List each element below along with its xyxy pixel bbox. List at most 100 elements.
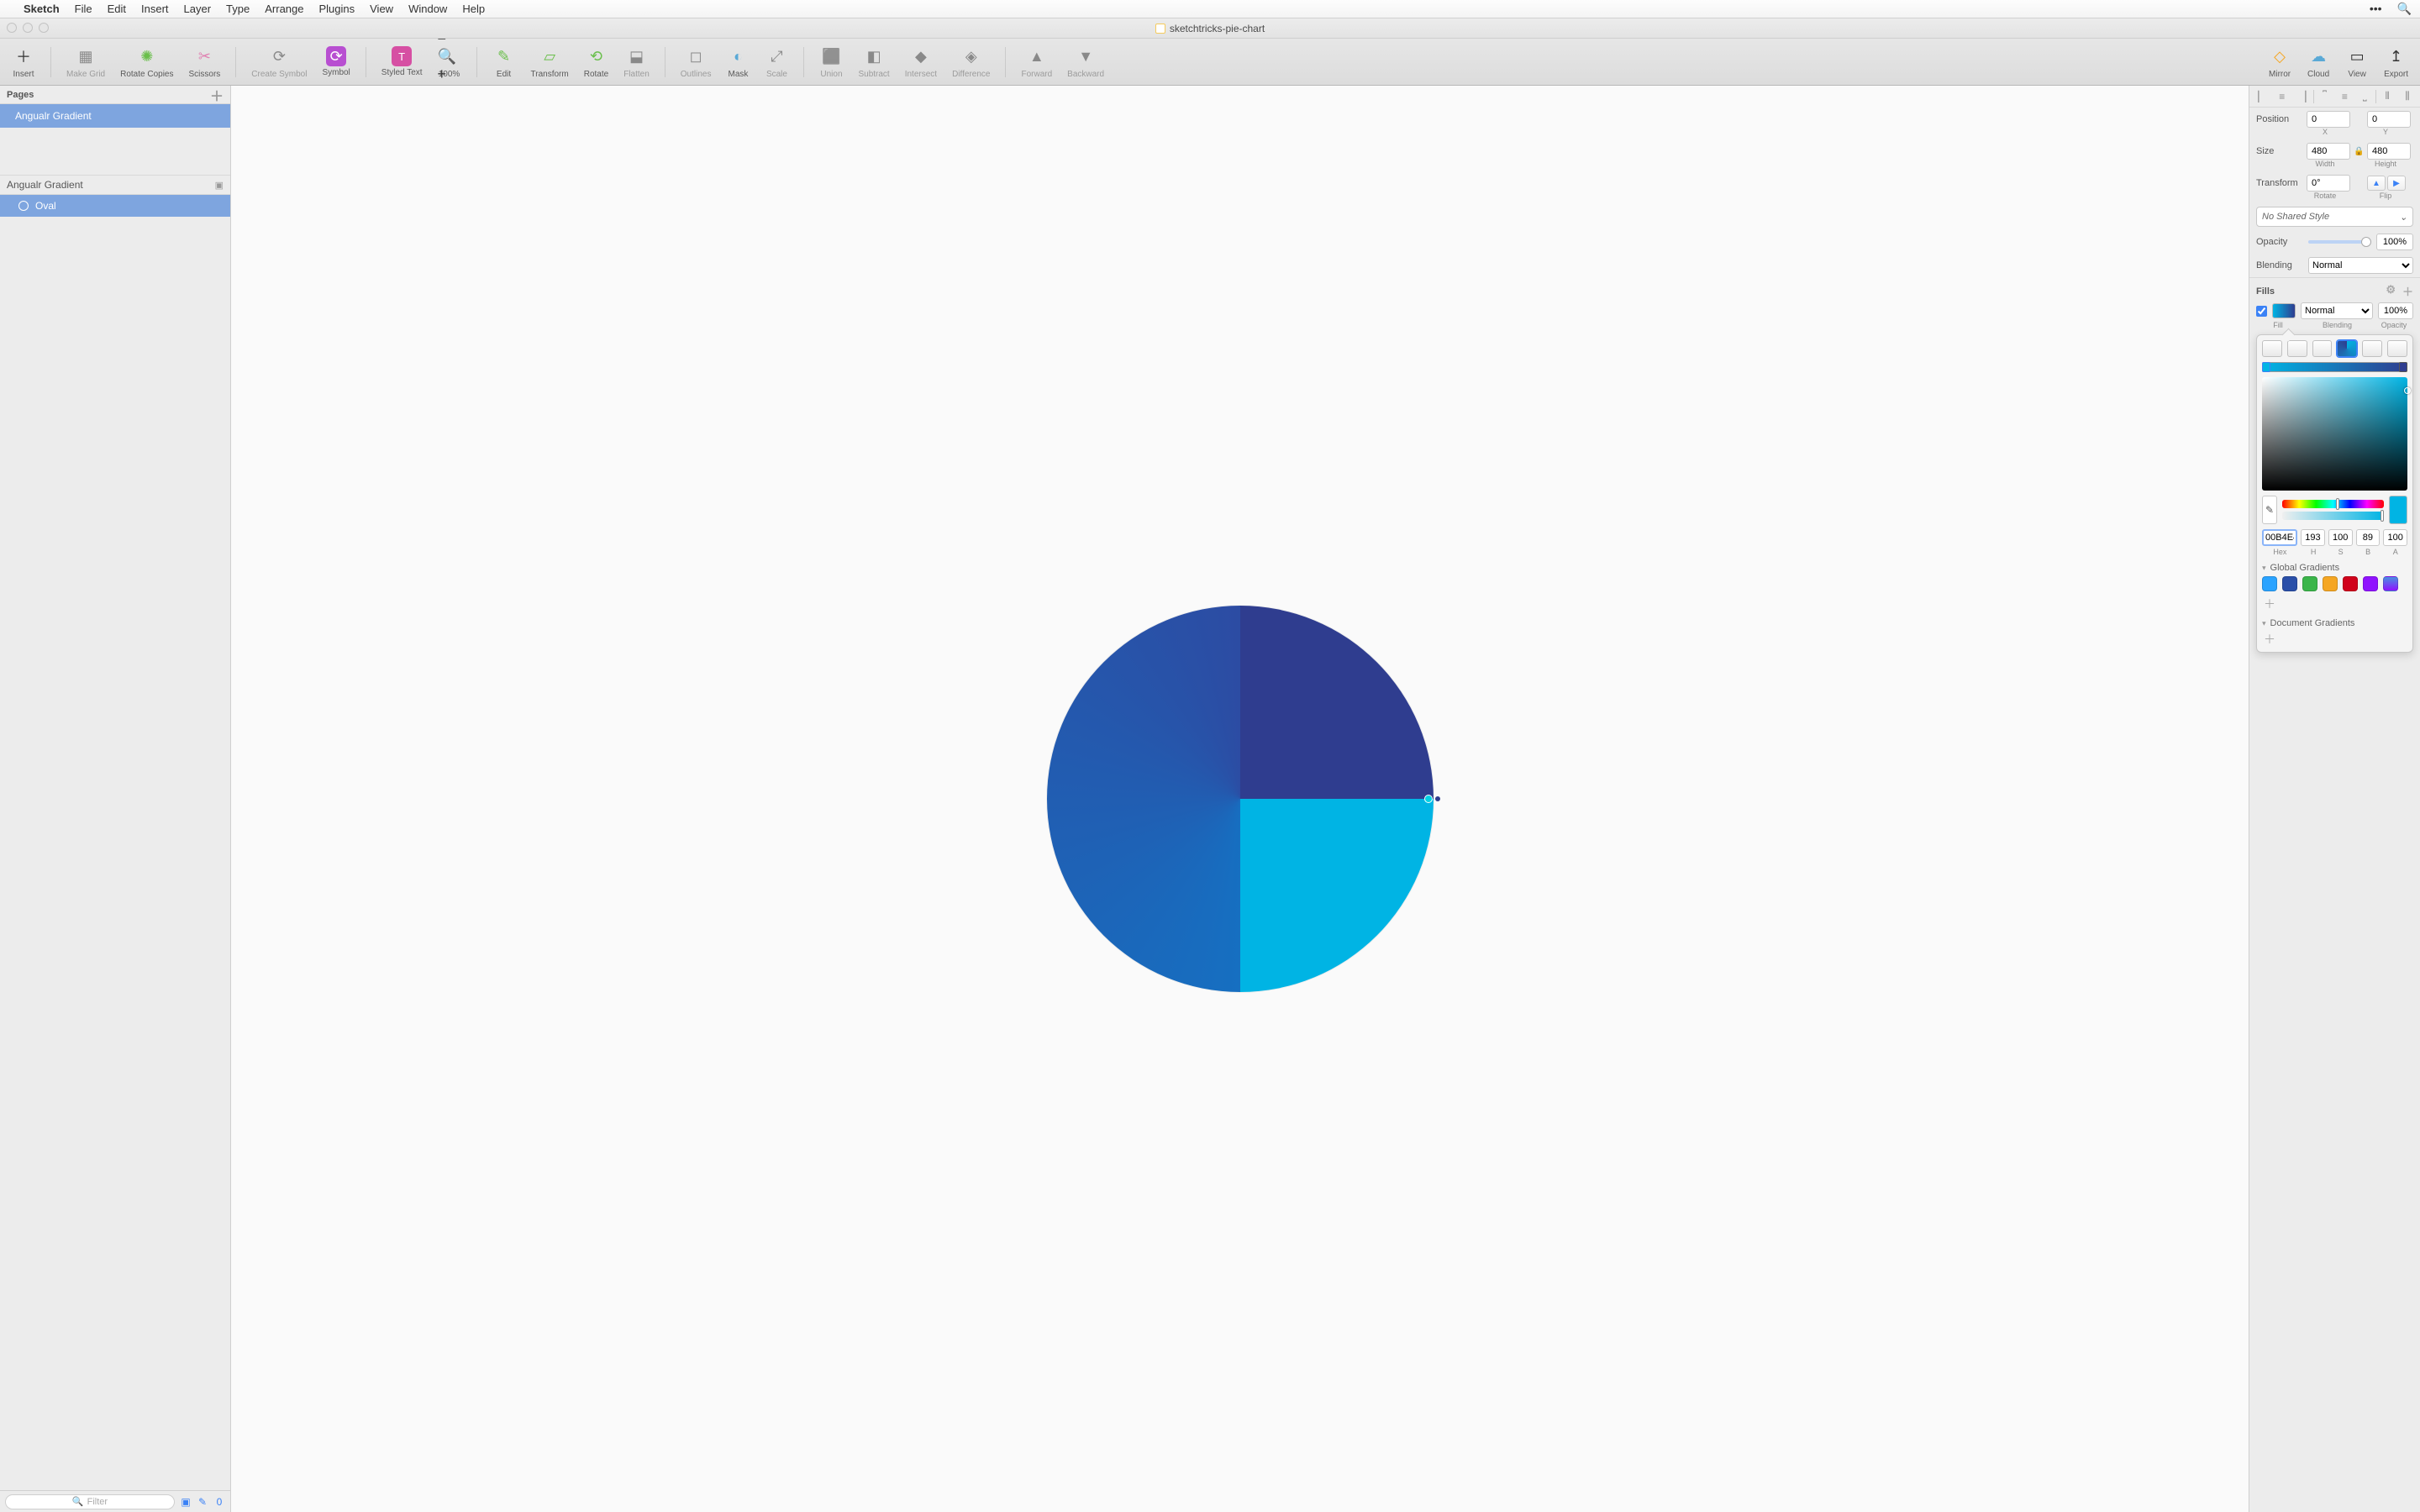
fill-settings-icon[interactable]: ⚙	[2386, 283, 2396, 299]
align-top-icon[interactable]: ⎴	[2316, 90, 2334, 102]
saturation-box[interactable]	[2262, 377, 2407, 491]
menu-type[interactable]: Type	[226, 3, 250, 15]
fill-type-pattern[interactable]	[2362, 340, 2382, 357]
close-window-button[interactable]	[7, 23, 17, 33]
insert-button[interactable]: ＋Insert	[7, 43, 40, 81]
outlines-button[interactable]: ◻Outlines	[676, 43, 717, 81]
gradient-swatch[interactable]	[2302, 576, 2317, 591]
menu-layer[interactable]: Layer	[184, 3, 212, 15]
union-button[interactable]: ⬛Union	[814, 43, 848, 81]
flatten-button[interactable]: ⬓Flatten	[618, 43, 655, 81]
gradient-stop-2[interactable]	[2399, 362, 2407, 372]
fill-type-radial[interactable]	[2312, 340, 2333, 357]
add-page-button[interactable]: ＋	[210, 85, 224, 105]
zoom-window-button[interactable]	[39, 23, 49, 33]
forward-button[interactable]: ▲Forward	[1016, 43, 1057, 81]
fill-type-linear[interactable]	[2287, 340, 2307, 357]
app-name[interactable]: Sketch	[24, 3, 60, 15]
artboard-collapse-icon[interactable]: ▣	[215, 180, 224, 191]
gradient-swatch[interactable]	[2262, 576, 2277, 591]
menu-file[interactable]: File	[75, 3, 92, 15]
view-button[interactable]: ▭View	[2340, 43, 2374, 81]
styled-text-button[interactable]: TStyled Text	[376, 45, 428, 79]
add-global-gradient-button[interactable]: ＋	[2262, 596, 2277, 612]
x-input[interactable]	[2307, 111, 2350, 128]
gradient-swatch[interactable]	[2282, 576, 2297, 591]
scissors-button[interactable]: ✂Scissors	[184, 43, 226, 81]
mask-button[interactable]: ◐Mask	[721, 43, 755, 81]
transform-button[interactable]: ▱Transform	[526, 43, 574, 81]
gradient-swatch[interactable]	[2343, 576, 2358, 591]
flip-v-button[interactable]: ▶	[2387, 176, 2406, 191]
gradient-handle[interactable]	[1424, 795, 1440, 803]
menu-help[interactable]: Help	[462, 3, 485, 15]
filter-input[interactable]: 🔍Filter	[5, 1494, 175, 1509]
filter-edit-icon[interactable]: ✎	[197, 1496, 208, 1508]
rotate-copies-button[interactable]: ✺Rotate Copies	[115, 43, 178, 81]
zoom-control[interactable]: − 🔍 +100%	[433, 43, 466, 81]
opacity-slider[interactable]	[2308, 240, 2371, 244]
b-input[interactable]	[2356, 529, 2381, 546]
distribute-v-icon[interactable]: ⫼	[2398, 90, 2417, 102]
overflow-icon[interactable]: •••	[2370, 2, 2382, 16]
rotate-input[interactable]	[2307, 175, 2350, 192]
cloud-button[interactable]: ☁Cloud	[2302, 43, 2335, 81]
page-item-selected[interactable]: Angualr Gradient	[0, 104, 230, 128]
fill-swatch[interactable]	[2272, 303, 2296, 318]
menu-plugins[interactable]: Plugins	[318, 3, 355, 15]
align-left-icon[interactable]: ▏	[2253, 91, 2271, 102]
fill-blend-select[interactable]: Normal	[2301, 302, 2373, 319]
add-document-gradient-button[interactable]: ＋	[2262, 632, 2277, 647]
make-grid-button[interactable]: ▦Make Grid	[61, 43, 110, 81]
shared-style-select[interactable]: No Shared Style⌄	[2256, 207, 2413, 227]
lock-aspect-icon[interactable]: 🔒	[2354, 147, 2364, 156]
align-hcenter-icon[interactable]: ≡	[2273, 91, 2291, 102]
gradient-bar[interactable]	[2262, 362, 2407, 372]
sat-cursor[interactable]	[2404, 387, 2411, 394]
spotlight-icon[interactable]: 🔍	[2397, 2, 2412, 16]
symbol-button[interactable]: ⟳Symbol	[317, 45, 355, 79]
opacity-input[interactable]	[2376, 234, 2413, 250]
gradient-swatch[interactable]	[2323, 576, 2338, 591]
fill-type-solid[interactable]	[2262, 340, 2282, 357]
s-input[interactable]	[2328, 529, 2353, 546]
y-input[interactable]	[2367, 111, 2411, 128]
canvas[interactable]	[231, 86, 2249, 1512]
oval-shape[interactable]	[1047, 606, 1434, 992]
menu-view[interactable]: View	[370, 3, 393, 15]
artboard-item[interactable]: Angualr Gradient ▣	[0, 175, 230, 195]
edit-button[interactable]: ✎Edit	[487, 43, 521, 81]
flip-h-button[interactable]: ▲	[2367, 176, 2386, 191]
rotate-button[interactable]: ⟲Rotate	[579, 43, 613, 81]
align-bottom-icon[interactable]: ⎵	[2355, 90, 2374, 102]
global-gradients-header[interactable]: Global Gradients	[2262, 563, 2407, 573]
gradient-swatch[interactable]	[2363, 576, 2378, 591]
menu-edit[interactable]: Edit	[108, 3, 126, 15]
menu-arrange[interactable]: Arrange	[265, 3, 303, 15]
align-right-icon[interactable]: ▕	[2293, 91, 2312, 102]
fill-type-angular[interactable]	[2337, 340, 2357, 357]
difference-button[interactable]: ◈Difference	[947, 43, 995, 81]
h-input[interactable]	[2301, 529, 2325, 546]
width-input[interactable]	[2307, 143, 2350, 160]
menu-insert[interactable]: Insert	[141, 3, 169, 15]
menu-window[interactable]: Window	[408, 3, 447, 15]
gradient-swatch[interactable]	[2383, 576, 2398, 591]
mirror-button[interactable]: ◇Mirror	[2263, 43, 2296, 81]
fill-type-noise[interactable]	[2387, 340, 2407, 357]
fill-enabled-checkbox[interactable]	[2256, 306, 2267, 317]
gradient-stop-1[interactable]	[2262, 362, 2270, 372]
filter-toggle-icon[interactable]: ▣	[180, 1496, 192, 1508]
eyedropper-button[interactable]: ✎	[2262, 496, 2277, 524]
height-input[interactable]	[2367, 143, 2411, 160]
minimize-window-button[interactable]	[23, 23, 33, 33]
scale-button[interactable]: ⤢Scale	[760, 43, 793, 81]
add-fill-button[interactable]: ＋	[2402, 283, 2413, 299]
alpha-slider[interactable]	[2282, 512, 2384, 520]
distribute-h-icon[interactable]: ⫴	[2378, 90, 2396, 102]
create-symbol-button[interactable]: ⟳Create Symbol	[246, 43, 312, 81]
intersect-button[interactable]: ◆Intersect	[900, 43, 942, 81]
blending-select[interactable]: Normal	[2308, 257, 2413, 274]
export-button[interactable]: ↥Export	[2379, 43, 2413, 81]
layer-item-selected[interactable]: Oval	[0, 195, 230, 217]
